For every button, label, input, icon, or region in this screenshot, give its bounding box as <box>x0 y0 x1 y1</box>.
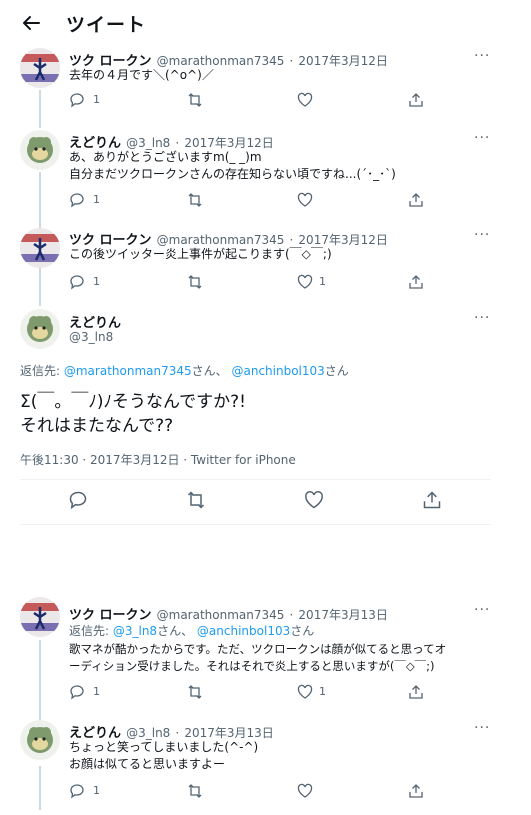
more-icon[interactable]: ··· <box>474 48 490 64</box>
share-icon[interactable] <box>408 92 424 108</box>
like-icon[interactable] <box>297 783 313 799</box>
reply-to: 返信先: @marathonman7345さん、 @anchinbol103さん <box>20 362 349 379</box>
thread-line <box>39 172 41 228</box>
share-icon[interactable] <box>408 192 424 208</box>
avatar[interactable] <box>20 48 60 88</box>
tweet-date[interactable]: 2017年3月12日 <box>298 233 387 247</box>
reply-count: 1 <box>93 685 100 698</box>
reply-to-prefix: 返信先: <box>69 624 113 638</box>
back-arrow-icon[interactable] <box>20 12 42 34</box>
retweet-icon[interactable] <box>187 684 203 700</box>
avatar[interactable] <box>20 597 60 637</box>
tweet-text: この後ツイッター炎上事件が起こります(￣◇￣;) <box>69 247 332 261</box>
action-bar: 1 <box>69 783 424 801</box>
handle[interactable]: @3_ln8 <box>126 136 170 150</box>
tweet-text: 歌マネが酷かったからです。ただ、ツクロークンは顔が似てると思ってオ ーディション… <box>69 642 447 673</box>
action-bar: 1 1 <box>69 274 424 292</box>
avatar[interactable] <box>20 228 60 268</box>
reply-count: 1 <box>93 275 100 288</box>
tweet-date[interactable]: 2017年3月13日 <box>298 608 387 622</box>
tweet-timestamp[interactable]: 午後11:30 · 2017年3月12日 · Twitter for iPhon… <box>20 451 296 468</box>
retweet-icon[interactable] <box>186 490 206 510</box>
separator: · <box>289 233 294 247</box>
top-bar: ツイート <box>0 0 531 46</box>
retweet-icon[interactable] <box>187 783 203 799</box>
thread-line <box>39 640 41 720</box>
separator: · <box>175 726 180 740</box>
tweet-text: 去年の４月です＼(^o^)／ <box>69 68 214 82</box>
handle[interactable]: @marathonman7345 <box>157 54 285 68</box>
like-count: 1 <box>319 685 326 698</box>
separator: · <box>289 608 294 622</box>
divider <box>20 524 491 525</box>
divider <box>20 479 491 480</box>
page-title: ツイート <box>66 14 147 36</box>
separator: · <box>175 136 180 150</box>
reply-to-suffix: さん、 <box>191 364 228 378</box>
reply-to-suffix: さん <box>324 364 349 378</box>
like-icon[interactable] <box>297 92 313 108</box>
avatar[interactable] <box>20 720 60 760</box>
reply-to-user[interactable]: @anchinbol103 <box>197 624 290 638</box>
reply-count: 1 <box>93 93 100 106</box>
reply-count: 1 <box>93 193 100 206</box>
like-icon[interactable] <box>297 684 313 700</box>
handle[interactable]: @3_ln8 <box>126 726 170 740</box>
thread-line <box>39 262 41 306</box>
like-icon[interactable] <box>297 274 313 290</box>
main-text-line: Σ(￣。￣ﾉ)ﾉそうなんですか?! <box>20 392 246 412</box>
tweet-date[interactable]: 2017年3月12日 <box>184 136 273 150</box>
share-icon[interactable] <box>408 274 424 290</box>
reply-to-prefix: 返信先: <box>20 364 64 378</box>
main-tweet-text: Σ(￣。￣ﾉ)ﾉそうなんですか?! それはまたなんで?? <box>20 390 246 438</box>
retweet-icon[interactable] <box>187 192 203 208</box>
reply-to-user[interactable]: @anchinbol103 <box>231 364 324 378</box>
tweet-header: ツク ロークン @marathonman7345 · 2017年3月13日 <box>69 604 388 623</box>
avatar[interactable] <box>20 130 60 170</box>
thread-line <box>39 766 41 810</box>
action-bar: 1 <box>69 192 424 210</box>
avatar[interactable] <box>20 309 60 349</box>
reply-to-suffix: さん <box>290 624 315 638</box>
share-icon[interactable] <box>408 783 424 799</box>
display-name[interactable]: ツク ロークン <box>69 608 152 623</box>
reply-icon[interactable] <box>69 783 85 799</box>
like-icon[interactable] <box>297 192 313 208</box>
tweet-date[interactable]: 2017年3月12日 <box>298 54 387 68</box>
handle[interactable]: @marathonman7345 <box>157 233 285 247</box>
reply-to-user[interactable]: @marathonman7345 <box>64 364 192 378</box>
tweet-date[interactable]: 2017年3月13日 <box>184 726 273 740</box>
like-count: 1 <box>319 275 326 288</box>
tweet-text: ちょっと笑ってしまいました(^-^) お顔は似てると思いますよー <box>69 740 259 771</box>
handle[interactable]: @marathonman7345 <box>157 608 285 622</box>
action-bar: 1 1 <box>69 684 424 702</box>
reply-to: 返信先: @3_ln8さん、 @anchinbol103さん <box>69 622 314 639</box>
reply-icon[interactable] <box>69 684 85 700</box>
more-icon[interactable]: ··· <box>474 720 490 736</box>
reply-icon[interactable] <box>68 490 88 510</box>
thread-line <box>39 90 41 128</box>
handle[interactable]: @3_ln8 <box>69 330 113 344</box>
main-action-bar <box>68 490 448 512</box>
more-icon[interactable]: ··· <box>474 130 490 146</box>
reply-to-user[interactable]: @3_ln8 <box>113 624 157 638</box>
share-icon[interactable] <box>408 684 424 700</box>
share-icon[interactable] <box>422 490 442 510</box>
more-icon[interactable]: ··· <box>474 310 490 326</box>
reply-icon[interactable] <box>69 274 85 290</box>
main-text-line: それはまたなんで?? <box>20 416 174 436</box>
retweet-icon[interactable] <box>187 92 203 108</box>
more-icon[interactable]: ··· <box>474 602 490 618</box>
more-icon[interactable]: ··· <box>474 227 490 243</box>
reply-to-suffix: さん、 <box>157 624 194 638</box>
action-bar: 1 <box>69 92 424 110</box>
display-name[interactable]: えどりん <box>69 312 121 331</box>
like-icon[interactable] <box>304 490 324 510</box>
reply-count: 1 <box>93 784 100 797</box>
retweet-icon[interactable] <box>187 274 203 290</box>
reply-icon[interactable] <box>69 192 85 208</box>
tweet-text: あ、ありがとうございますm(_ _)m 自分まだツクロークンさんの存在知らない頃… <box>69 150 396 181</box>
reply-icon[interactable] <box>69 92 85 108</box>
separator: · <box>289 54 294 68</box>
